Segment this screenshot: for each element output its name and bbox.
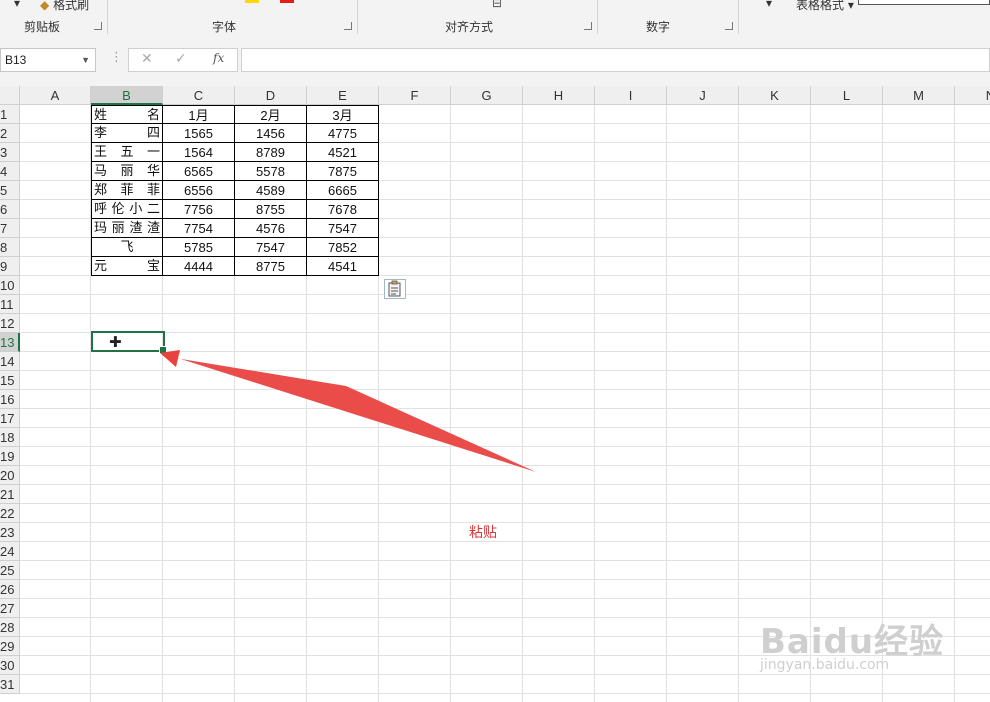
- name-box[interactable]: B13 ▼: [0, 48, 96, 72]
- format-as-table-button[interactable]: 表格格式 ▾: [796, 0, 854, 13]
- ribbon-separator: [107, 0, 108, 34]
- format-painter-icon: ◆: [40, 0, 50, 12]
- cell-styles-gallery[interactable]: [858, 0, 990, 5]
- ribbon-separator: [357, 0, 358, 34]
- worksheet-grid[interactable]: ABCDEFGHIJKLMN 1234567891011121314151617…: [0, 86, 990, 702]
- formula-buttons: ✕ ✓ fx: [128, 48, 238, 72]
- annotation-label: 粘贴: [469, 525, 497, 541]
- watermark-url: jingyan.baidu.com: [760, 657, 890, 673]
- name-box-value: B13: [5, 53, 27, 67]
- insert-function-icon[interactable]: fx: [213, 51, 224, 65]
- phonetic-icon[interactable]: ˇ: [326, 0, 332, 10]
- annotation-arrow: [160, 350, 536, 472]
- group-label-alignment: 对齐方式: [445, 20, 494, 34]
- merge-center-icon[interactable]: ⊟: [492, 0, 502, 10]
- dropdown-arrow-icon[interactable]: ▾: [766, 0, 772, 10]
- enter-icon[interactable]: ✓: [175, 51, 187, 67]
- group-label-number: 数字: [646, 20, 671, 34]
- format-painter-label: 格式刷: [53, 0, 90, 12]
- chevron-down-icon[interactable]: ▼: [81, 49, 90, 71]
- number-launcher-icon[interactable]: [725, 22, 733, 30]
- ribbon: ▾ ◆ 格式刷 剪贴板 ˇ 字体 ⊟ 对齐方式 数字 ▾ 表格格式 ▾: [0, 0, 990, 39]
- group-label-font: 字体: [212, 20, 237, 34]
- highlight-color-icon[interactable]: [245, 0, 259, 3]
- format-painter-button[interactable]: ◆ 格式刷: [40, 0, 89, 13]
- font-launcher-icon[interactable]: [344, 22, 352, 30]
- format-as-table-label: 表格格式: [796, 0, 845, 12]
- font-color-icon[interactable]: [280, 0, 294, 3]
- watermark-logo: Baidu经验: [760, 622, 945, 662]
- clipboard-launcher-icon[interactable]: [94, 22, 102, 30]
- formula-bar: B13 ▼ ⋮ ✕ ✓ fx: [0, 38, 990, 86]
- ribbon-separator: [738, 0, 739, 34]
- more-options-icon[interactable]: ⋮: [110, 50, 123, 65]
- group-label-clipboard: 剪贴板: [24, 20, 61, 34]
- cancel-icon[interactable]: ✕: [141, 51, 153, 67]
- ribbon-separator: [597, 0, 598, 34]
- formula-input[interactable]: [241, 48, 990, 72]
- dropdown-arrow-icon[interactable]: ▾: [14, 0, 20, 10]
- alignment-launcher-icon[interactable]: [584, 22, 592, 30]
